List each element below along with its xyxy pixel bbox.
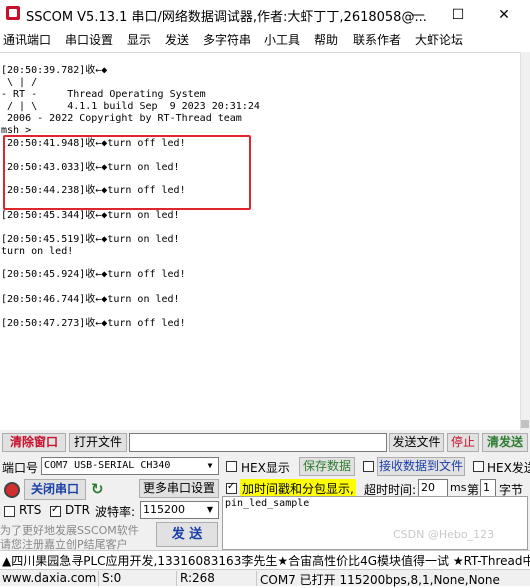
chevron-down-icon: ▼ (207, 461, 213, 470)
timeout-unit: ms (450, 481, 467, 494)
more-serial-settings-button[interactable]: 更多串口设置 (139, 479, 219, 498)
baud-rate-label: 波特率: (95, 505, 136, 519)
terminal-line: / | \ 4.1.1 build Sep 9 2023 20:31:24 (1, 101, 260, 112)
port-select-value: COM7 USB-SERIAL CH340 (44, 460, 171, 471)
scrollbar-thumb[interactable] (521, 420, 529, 428)
terminal-line: [20:50:45.344]收←◆turn on led! (1, 210, 180, 221)
menu-serial-settings[interactable]: 串口设置 (65, 31, 113, 48)
open-file-button[interactable]: 打开文件 (69, 433, 127, 452)
close-port-button[interactable]: 关闭串口 (24, 479, 86, 500)
menu-tools[interactable]: 小工具 (264, 31, 300, 48)
menu-send[interactable]: 发送 (165, 31, 189, 48)
hex-send-label: HEX发送 (487, 461, 530, 475)
highlight-box (3, 135, 251, 210)
timestamp-checkbox[interactable] (226, 481, 237, 494)
rts-checkbox[interactable] (4, 506, 15, 517)
watermark: CSDN @Hebo_123 (393, 528, 495, 541)
hex-display-checkbox[interactable] (226, 461, 237, 472)
port-label: 端口号 (2, 461, 39, 475)
terminal-line: [20:50:45.924]收←◆turn off led! (1, 269, 186, 280)
terminal-line: [20:50:46.744]收←◆turn on led! (1, 294, 180, 305)
baud-rate-value: 115200 (143, 503, 185, 516)
status-sent-count: S:0 (98, 571, 121, 586)
chevron-down-icon: ▼ (206, 505, 214, 514)
status-port-state: COM7 已打开 115200bps,8,1,None,None (256, 571, 500, 587)
timeout-input[interactable]: 20 (418, 479, 448, 497)
maximize-button[interactable]: ☐ (438, 2, 478, 28)
port-select[interactable]: COM7 USB-SERIAL CH340 ▼ (41, 457, 219, 475)
ticker-text: ▲四川果园急寻PLC应用开发,13316083163李先生★合宙高性价比4G模块… (2, 554, 530, 568)
close-button[interactable]: ✕ (484, 2, 524, 28)
terminal-line: [20:50:39.782]收←◆ (1, 65, 108, 76)
menu-bar: 通讯端口 串口设置 显示 发送 多字符串 小工具 帮助 联系作者 大虾论坛 (0, 30, 530, 50)
byte-index-input[interactable]: 1 (480, 479, 496, 497)
rts-label: RTS (19, 503, 42, 517)
news-ticker[interactable]: ▲四川果园急寻PLC应用开发,13316083163李先生★合宙高性价比4G模块… (0, 550, 530, 568)
status-bar: www.daxia.com S:0 R:268 COM7 已打开 115200b… (0, 569, 530, 587)
receive-terminal[interactable]: [20:50:39.782]收←◆ \ | / - RT - Thread Op… (0, 52, 520, 430)
terminal-line: [20:50:47.273]收←◆turn off led! (1, 318, 186, 329)
dtr-label: DTR (65, 503, 90, 517)
receive-to-file-checkbox[interactable] (363, 461, 374, 472)
menu-contact-author[interactable]: 联系作者 (353, 31, 401, 48)
sscom-logo-icon (6, 6, 20, 20)
hex-display-label: HEX显示 (241, 461, 290, 475)
minimize-button[interactable]: — (398, 2, 438, 28)
hex-send-checkbox[interactable] (473, 461, 484, 472)
terminal-line: [20:50:45.519]收←◆turn on led! (1, 234, 180, 245)
power-icon[interactable] (4, 482, 20, 498)
stop-button[interactable]: 停止 (447, 433, 479, 452)
vertical-scrollbar[interactable] (520, 52, 530, 430)
receive-to-file-button[interactable]: 接收数据到文件 (377, 457, 465, 476)
menu-display[interactable]: 显示 (127, 31, 151, 48)
terminal-line: turn on led! (1, 246, 74, 257)
save-data-button[interactable]: 保存数据 (299, 457, 355, 476)
clear-send-button[interactable]: 清发送 (482, 433, 528, 452)
clear-window-button[interactable]: 清除窗口 (2, 433, 66, 452)
terminal-line: - RT - Thread Operating System (1, 89, 206, 100)
send-file-button[interactable]: 发送文件 (389, 433, 444, 452)
send-button[interactable]: 发 送 (156, 522, 218, 547)
title-bar: SSCOM V5.13.1 串口/网络数据调试器,作者:大虾丁丁,2618058… (0, 0, 530, 30)
menu-multi-string[interactable]: 多字符串 (203, 31, 251, 48)
dtr-checkbox[interactable] (50, 504, 61, 517)
refresh-icon[interactable]: ↻ (91, 480, 107, 498)
terminal-line: 2006 - 2022 Copyright by RT-Thread team (1, 113, 242, 124)
status-received-count: R:268 (176, 571, 215, 586)
status-website[interactable]: www.daxia.com (0, 571, 96, 586)
window-title: SSCOM V5.13.1 串口/网络数据调试器,作者:大虾丁丁,2618058… (26, 10, 427, 25)
menu-help[interactable]: 帮助 (314, 31, 338, 48)
send-text-area[interactable]: pin_led_sample (222, 496, 528, 550)
baud-rate-select[interactable]: 115200 ▼ (140, 501, 219, 519)
terminal-line: \ | / (1, 77, 38, 88)
menu-port[interactable]: 通讯端口 (3, 31, 51, 48)
file-path-input[interactable] (129, 433, 387, 452)
menu-forum[interactable]: 大虾论坛 (415, 31, 463, 48)
